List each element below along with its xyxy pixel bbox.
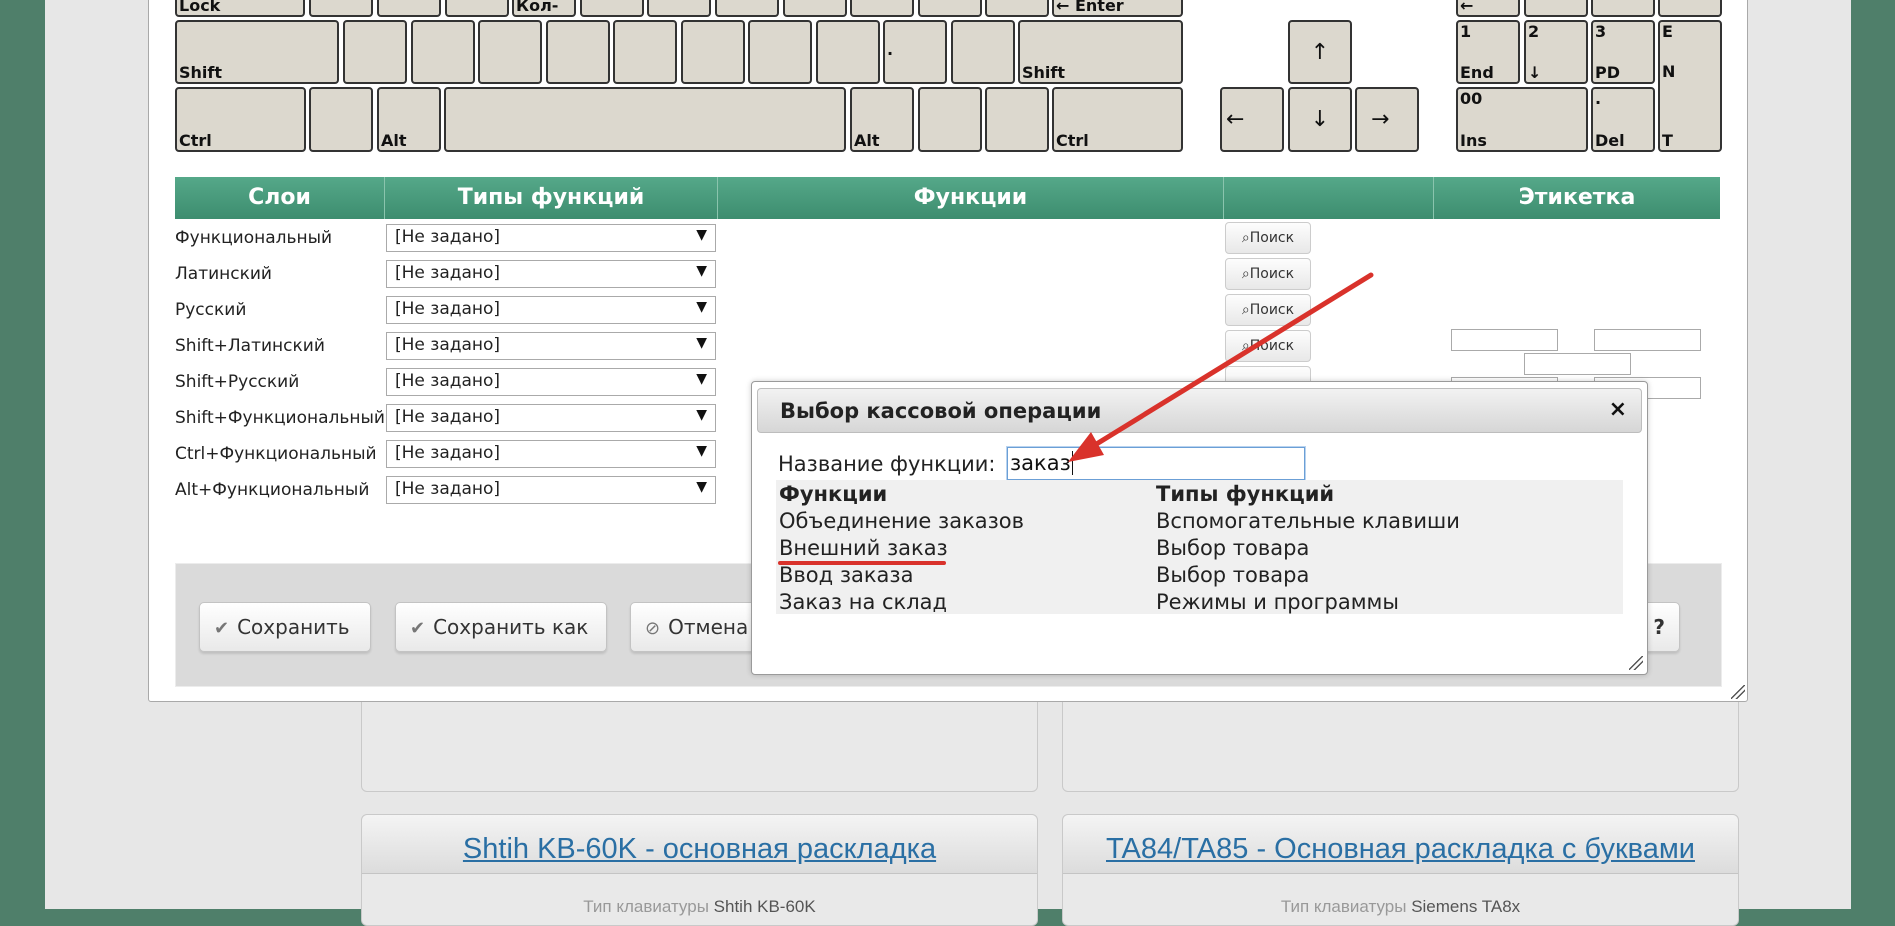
annotation-arrow: [1068, 272, 1374, 462]
